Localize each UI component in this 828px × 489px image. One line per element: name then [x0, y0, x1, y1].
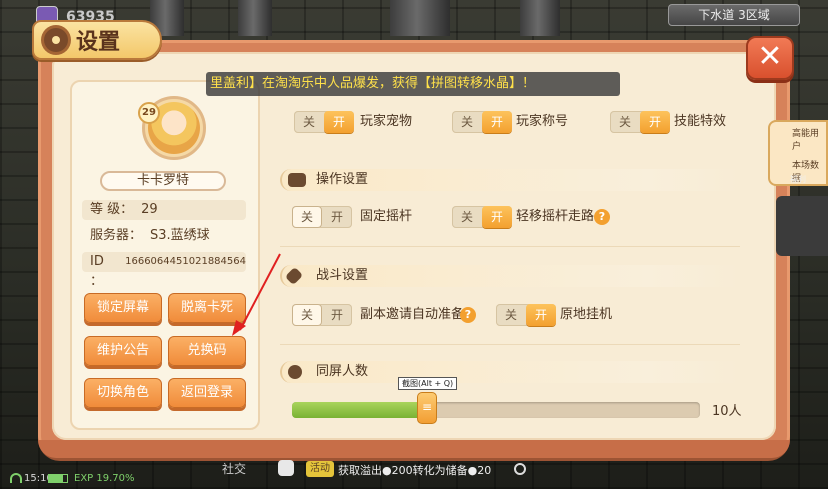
- settings-title-tab: 设置: [32, 20, 162, 60]
- pet-label: 玩家宠物: [360, 114, 413, 129]
- toggle-on: 开: [324, 111, 354, 133]
- level-badge: 29: [138, 102, 160, 124]
- pipe-decoration: [390, 0, 450, 36]
- toggle-off: 关: [292, 304, 322, 326]
- wifi-icon: [10, 473, 22, 483]
- id-row: ID ： 1666064451021884564: [82, 252, 246, 289]
- pipe-decoration: [238, 0, 272, 36]
- level-value: 29: [141, 202, 158, 217]
- help-icon[interactable]: ?: [460, 307, 476, 323]
- screen-count-value: 10人: [712, 404, 742, 419]
- screenshot-tooltip: 截图(Alt + Q): [398, 377, 458, 390]
- side-music-widget[interactable]: [776, 196, 828, 256]
- toggle-on: 开: [482, 206, 512, 228]
- light-move-toggle[interactable]: 关 开: [452, 206, 512, 228]
- panel-bottom-strip: [38, 440, 790, 458]
- light-move-label: 轻移摇杆走路: [516, 209, 595, 224]
- event-text: 获取溢出●200转化为储备●20: [338, 464, 492, 477]
- gamepad-icon: [288, 173, 306, 187]
- server-row: 服务器： S3.蓝绣球: [82, 226, 246, 246]
- divider: [280, 246, 740, 247]
- title-toggle[interactable]: 关 开: [452, 111, 512, 133]
- side-line-1: 高能用户: [792, 129, 820, 152]
- pet-toggle[interactable]: 关 开: [294, 111, 354, 133]
- afk-toggle[interactable]: 关 开: [496, 304, 556, 326]
- redeem-code-button[interactable]: 兑换码: [168, 336, 246, 366]
- toggle-off: 关: [460, 115, 473, 129]
- toggle-off: 关: [460, 210, 473, 224]
- screen-count-slider[interactable]: [292, 402, 700, 418]
- divider: [280, 344, 740, 345]
- toggle-on: 开: [482, 111, 512, 133]
- auto-ready-label: 副本邀请自动准备: [360, 307, 465, 322]
- auto-ready-toggle[interactable]: 关 开: [292, 304, 352, 326]
- annotation-arrow-icon: [232, 253, 281, 336]
- side-chip: 福利: [790, 175, 806, 184]
- pipe-decoration: [520, 0, 560, 36]
- toggle-on: 开: [330, 210, 343, 224]
- exp-readout: EXP 19.70%: [74, 473, 135, 484]
- title-label: 玩家称号: [516, 114, 569, 129]
- afk-label: 原地挂机: [560, 307, 613, 322]
- battle-section-header: 战斗设置: [280, 265, 740, 287]
- control-section-header: 操作设置: [280, 169, 740, 191]
- server-label: 服务器：: [90, 228, 143, 243]
- screen-count-section-header: 同屏人数: [280, 361, 740, 383]
- page-title: 设置: [76, 30, 121, 55]
- area-label: 下水道 3区域: [668, 4, 800, 26]
- server-value: S3.蓝绣球: [150, 228, 210, 243]
- lock-screen-button[interactable]: 锁定屏幕: [84, 293, 162, 323]
- social-button[interactable]: 社交: [222, 460, 246, 477]
- player-name: 卡卡罗特: [100, 171, 226, 191]
- event-chip: 活动: [306, 461, 334, 477]
- skill-fx-label: 技能特效: [674, 114, 727, 129]
- switch-role-button[interactable]: 切换角色: [84, 378, 162, 408]
- slider-thumb[interactable]: ≡: [417, 392, 437, 424]
- back-login-button[interactable]: 返回登录: [168, 378, 246, 408]
- broadcast-marquee: 里盖利】在淘淘乐中人品爆发，获得【拼图转移水晶】！: [206, 72, 620, 96]
- id-label: ID ：: [90, 254, 104, 289]
- cat-icon[interactable]: [278, 460, 294, 476]
- close-button[interactable]: ✕: [746, 36, 794, 80]
- level-row: 等 级： 29: [82, 200, 246, 220]
- gear-icon: [44, 28, 68, 52]
- toggle-off: 关: [302, 115, 315, 129]
- slider-fill: [292, 402, 427, 418]
- level-label: 等 级：: [90, 202, 134, 217]
- help-icon[interactable]: ?: [594, 209, 610, 225]
- toggle-on: 开: [526, 304, 556, 326]
- people-icon: [288, 365, 302, 379]
- toggle-off: 关: [618, 115, 631, 129]
- avatar-frame: 29: [126, 92, 226, 172]
- battery-icon: [48, 474, 68, 483]
- toggle-off: 关: [292, 206, 322, 228]
- toggle-off: 关: [504, 308, 517, 322]
- toggle-on: 开: [330, 308, 343, 322]
- skill-fx-toggle[interactable]: 关 开: [610, 111, 670, 133]
- fixed-stick-label: 固定摇杆: [360, 209, 413, 224]
- fixed-stick-toggle[interactable]: 关 开: [292, 206, 352, 228]
- notice-button[interactable]: 维护公告: [84, 336, 162, 366]
- toggle-on: 开: [640, 111, 670, 133]
- settings-gear-icon[interactable]: [514, 463, 526, 475]
